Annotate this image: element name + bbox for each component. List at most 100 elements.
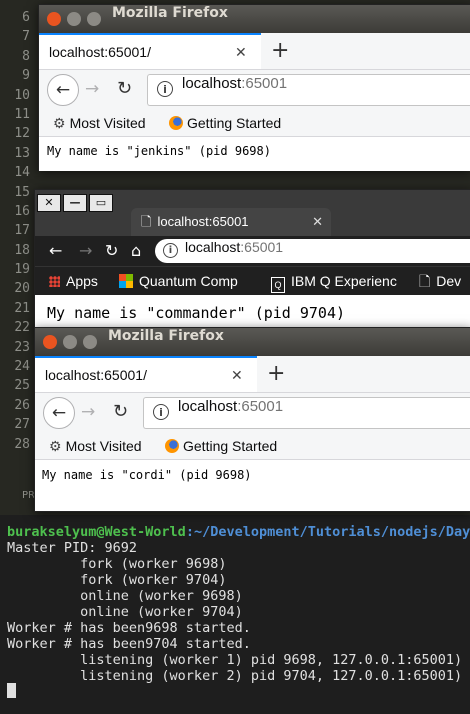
bookmark-quantum[interactable]: Quantum Comp <box>119 267 238 295</box>
firefox-icon <box>165 439 179 453</box>
bookmark-getting-started[interactable]: Getting Started <box>169 110 281 136</box>
tab-close-icon[interactable]: ✕ <box>235 35 247 69</box>
line-number: 26 <box>14 397 30 413</box>
windows-logo-icon <box>119 274 133 288</box>
close-icon[interactable]: ✕ <box>37 194 61 212</box>
apps-grid-icon <box>49 276 60 287</box>
home-icon[interactable]: ⌂ <box>131 236 141 266</box>
tab-localhost[interactable]: 🗋 localhost:65001 ✕ <box>131 208 331 236</box>
page-icon: 🗋 <box>141 214 152 229</box>
minimize-icon[interactable]: — <box>63 194 87 212</box>
line-number: 15 <box>14 184 30 200</box>
url-port: :65001 <box>241 75 288 92</box>
navigation-toolbar: ← → ↻ ⌂ i localhost:65001 <box>35 236 470 266</box>
window-titlebar[interactable]: ✕ — ▭ 🗋 localhost:65001 ✕ <box>35 190 470 236</box>
page-content: My name is "cordi" (pid 9698) <box>35 460 470 510</box>
new-tab-button[interactable]: + <box>267 356 285 392</box>
bookmark-getting-started[interactable]: Getting Started <box>165 433 277 459</box>
tab-bar: localhost:65001/ ✕ + <box>39 33 470 70</box>
window-titlebar[interactable]: Mozilla Firefox <box>35 328 470 356</box>
reload-button[interactable]: ↻ <box>117 74 132 104</box>
page-text: My name is "jenkins" (pid 9698) <box>47 144 271 158</box>
bookmark-label: Most Visited <box>65 438 142 454</box>
minimize-icon[interactable] <box>67 12 81 26</box>
minimize-icon[interactable] <box>63 335 77 349</box>
forward-button[interactable]: → <box>81 397 95 427</box>
terminal-line: listening (worker 1) pid 9698, 127.0.0.1… <box>7 652 463 668</box>
bookmark-label: Most Visited <box>69 115 146 131</box>
forward-button[interactable]: → <box>79 236 92 266</box>
url-bar[interactable]: i localhost:65001 <box>147 74 470 106</box>
new-tab-button[interactable]: + <box>271 33 289 69</box>
page-content: My name is "commander" (pid 9704) <box>35 296 470 330</box>
info-icon[interactable]: i <box>163 243 178 258</box>
maximize-icon[interactable] <box>87 12 101 26</box>
tab-localhost[interactable]: localhost:65001/ ✕ <box>35 356 257 392</box>
bookmark-most-visited[interactable]: ⚙ Most Visited <box>49 433 142 459</box>
maximize-icon[interactable]: ▭ <box>89 194 113 212</box>
info-icon[interactable]: i <box>153 404 169 420</box>
navigation-toolbar: ← → ↻ i localhost:65001 <box>39 70 470 110</box>
line-number: 19 <box>14 262 30 278</box>
url-bar[interactable]: i localhost:65001 <box>155 239 470 263</box>
bookmark-label: IBM Q Experienc <box>291 273 397 289</box>
bookmark-label: Getting Started <box>187 115 282 131</box>
line-number: 8 <box>22 48 30 64</box>
close-icon[interactable] <box>43 335 57 349</box>
prompt-user: burakselyum@West-World <box>7 524 186 540</box>
window-title: Mozilla Firefox <box>112 5 228 21</box>
line-number: 21 <box>14 300 30 316</box>
page-text: My name is "cordi" (pid 9698) <box>42 468 252 482</box>
url-host: localhost <box>182 75 242 92</box>
line-number: 17 <box>14 223 30 239</box>
line-number: 16 <box>14 203 30 219</box>
chrome-window-middle[interactable]: ✕ — ▭ 🗋 localhost:65001 ✕ ← → ↻ ⌂ i local… <box>34 189 470 331</box>
window-title: Mozilla Firefox <box>108 328 224 344</box>
terminal-cursor <box>7 683 16 698</box>
terminal-line: online (worker 9698) <box>7 588 243 604</box>
terminal-line: Worker # has been9704 started. <box>7 636 251 652</box>
forward-button[interactable]: → <box>85 74 99 104</box>
tab-close-icon[interactable]: ✕ <box>231 358 243 392</box>
back-button[interactable]: ← <box>43 397 75 429</box>
window-titlebar[interactable]: Mozilla Firefox <box>39 5 470 33</box>
tab-localhost[interactable]: localhost:65001/ ✕ <box>39 33 261 69</box>
bookmark-apps[interactable]: Apps <box>49 267 98 295</box>
back-button[interactable]: ← <box>47 74 79 106</box>
bookmarks-toolbar: ⚙ Most Visited Getting Started <box>39 110 470 137</box>
bookmark-most-visited[interactable]: ⚙ Most Visited <box>53 110 146 136</box>
bookmarks-toolbar: ⚙ Most Visited Getting Started <box>35 433 470 460</box>
terminal-output: Master PID: 9692 fork (worker 9698) fork… <box>0 540 470 684</box>
gear-icon: ⚙ <box>53 115 66 131</box>
tab-title: localhost:65001 <box>157 214 249 229</box>
tab-title: localhost:65001/ <box>45 367 147 383</box>
reload-button[interactable]: ↻ <box>113 397 128 427</box>
url-host: localhost <box>178 398 238 415</box>
line-number: 28 <box>14 436 30 452</box>
bookmark-label: Dev <box>436 273 462 289</box>
terminal-prompt: burakselyum@West-World:~/Development/Tut… <box>7 524 470 540</box>
firefox-window-top[interactable]: Mozilla Firefox localhost:65001/ ✕ + ← →… <box>38 4 470 171</box>
info-icon[interactable]: i <box>157 81 173 97</box>
firefox-window-bottom[interactable]: Mozilla Firefox localhost:65001/ ✕ + ← →… <box>34 327 470 512</box>
line-number: 23 <box>14 339 30 355</box>
bookmark-label: Quantum Comp <box>139 273 238 289</box>
line-number: 7 <box>22 29 30 45</box>
close-icon[interactable] <box>47 12 61 26</box>
url-port: :65001 <box>240 239 284 255</box>
maximize-icon[interactable] <box>83 335 97 349</box>
line-number-gutter: 6 7 8 9 10 11 12 13 14 15 16 17 18 19 20 21 22 23 24 25 26 27… <box>0 10 36 456</box>
reload-button[interactable]: ↻ <box>105 236 118 266</box>
url-bar[interactable]: i localhost:65001 <box>143 397 470 429</box>
bookmark-dev[interactable]: 🗋 Dev <box>419 267 461 295</box>
terminal-panel[interactable]: burakselyum@West-World:~/Development/Tut… <box>0 515 470 714</box>
line-number: 18 <box>14 242 30 258</box>
bookmark-ibm-q[interactable]: Q IBM Q Experienc <box>271 267 397 295</box>
firefox-icon <box>169 116 183 130</box>
url-port: :65001 <box>237 398 284 415</box>
line-number: 10 <box>14 87 30 103</box>
terminal-line: fork (worker 9704) <box>7 572 227 588</box>
back-button[interactable]: ← <box>49 236 62 266</box>
tab-close-icon[interactable]: ✕ <box>312 208 323 236</box>
bookmarks-bar: Apps Quantum Comp Q IBM Q Experienc 🗋 Dev <box>35 266 470 295</box>
